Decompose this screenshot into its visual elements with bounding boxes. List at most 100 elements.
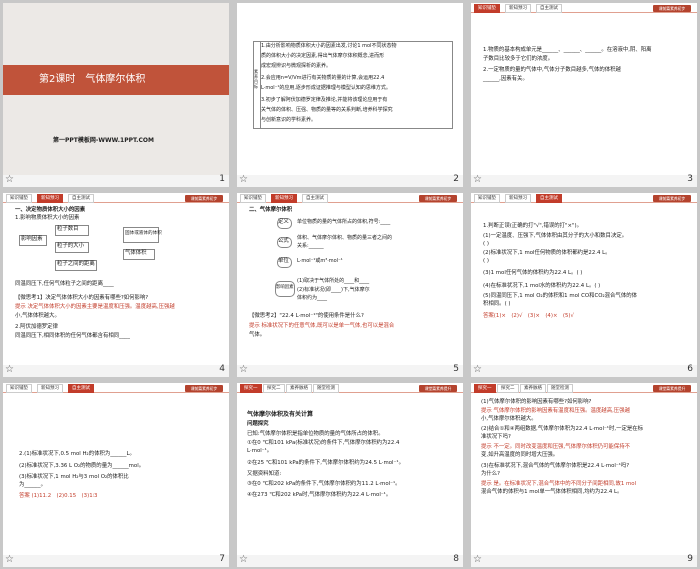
concept-label: 定义 — [278, 219, 289, 225]
text-line: (2)标准状况(即____)下,气体摩尔 — [297, 287, 370, 293]
slide-thumbnail-5[interactable]: 知识铺垫 新知预习 自主测试 课前篇素养初步 二、气体摩尔体积 定义 公式 单位… — [237, 193, 463, 377]
text-line: 积相同。( ) — [483, 301, 511, 307]
objective-line: 1.由分析影响物质体积大小的因素出发,讨论1 mol不同状态物 — [261, 43, 397, 49]
tab-quiz[interactable]: 随堂检测 — [313, 384, 339, 393]
tab-literacy[interactable]: 素养脉络 — [520, 384, 546, 393]
slide-canvas: 第2课时 气体摩尔体积 第一PPT模板网-WWW.1PPT.COM — [3, 3, 229, 175]
slide-footer: ☆ 5 — [237, 364, 463, 377]
diagram-label: 粒子的大小 — [57, 243, 84, 249]
section-badge: 课堂篇素养提升 — [653, 385, 691, 392]
text-line: 又据资料知道: — [247, 471, 282, 477]
slide-thumbnail-7[interactable]: 知识铺垫 新知预习 自主测试 课前篇素养初步 2.(1)标准状况下,0.5 mo… — [3, 383, 229, 567]
star-icon[interactable]: ☆ — [239, 364, 248, 375]
star-icon[interactable]: ☆ — [473, 554, 482, 565]
star-icon[interactable]: ☆ — [5, 364, 14, 375]
hint-line: 提示 标准状况下的任意气体,既可以是单一气体,也可以是混合 — [249, 323, 395, 329]
tab-bar: 探究一 探究二 素养脉络 随堂检测 课堂篇素养提升 — [471, 383, 697, 393]
tab-literacy[interactable]: 素养脉络 — [286, 384, 312, 393]
text-line: 单位物质的量的气体所占的体积,符号:____ — [297, 219, 391, 225]
slide-number: 4 — [219, 364, 225, 374]
slide-title: 第2课时 气体摩尔体积 — [39, 74, 146, 85]
tab-bar: 知识铺垫 新知预习 自主测试 课前篇素养初步 — [471, 3, 697, 13]
tab-knowledge[interactable]: 知识铺垫 — [240, 194, 266, 203]
tab-bar: 知识铺垫 新知预习 自主测试 课前篇素养初步 — [237, 193, 463, 203]
objective-line: 2.会应用n=V/Vm进行有关物质的量的计算,会运用22.4 — [261, 75, 385, 81]
diagram-label: 固体或液体的体积 — [125, 231, 162, 236]
star-icon[interactable]: ☆ — [5, 174, 14, 185]
slide-thumbnail-8[interactable]: 探究一 探究二 素养脉络 随堂检测 课堂篇素养提升 气体摩尔体积及有关计算 问题… — [237, 383, 463, 567]
slide-canvas: 知识铺垫 新知预习 自主测试 课前篇素养初步 一、决定物质体积大小的因素 1.影… — [3, 193, 229, 365]
concept-label: 单位 — [278, 258, 289, 264]
tab-knowledge[interactable]: 知识铺垫 — [6, 194, 32, 203]
slide-thumbnail-9[interactable]: 探究一 探究二 素养脉络 随堂检测 课堂篇素养提升 (1)气体摩尔体积的影响因素… — [471, 383, 697, 567]
tab-preview[interactable]: 新知预习 — [37, 194, 63, 203]
star-icon[interactable]: ☆ — [239, 174, 248, 185]
text-line: 体积、气体摩尔体积、物质的量三者之间的 — [297, 235, 393, 241]
diagram-label: 粒子数目 — [57, 226, 79, 232]
tab-quiz[interactable]: 随堂检测 — [547, 384, 573, 393]
tab-explore-2[interactable]: 探究二 — [263, 384, 285, 393]
tab-explore-2[interactable]: 探究二 — [497, 384, 519, 393]
slide-thumbnail-1[interactable]: 第2课时 气体摩尔体积 第一PPT模板网-WWW.1PPT.COM ☆ 1 — [3, 3, 229, 187]
text-line: 小,气体体积越大。 — [15, 313, 60, 319]
slide-thumbnail-6[interactable]: 知识铺垫 新知预习 自主测试 课前篇素养初步 1.判断正误(正确的打"√",错误… — [471, 193, 697, 377]
hint-line: 提示 气体摩尔体积的影响因素有温度和压强。温度越高,压强越 — [481, 408, 630, 414]
text-line: 1.物质的基本构成单元是______、______、______。在溶液中,阴、… — [483, 47, 652, 53]
section-badge: 课堂篇素养提升 — [419, 385, 457, 392]
slide-thumbnail-4[interactable]: 知识铺垫 新知预习 自主测试 课前篇素养初步 一、决定物质体积大小的因素 1.影… — [3, 193, 229, 377]
tab-selftest[interactable]: 自主测试 — [68, 194, 94, 203]
tab-selftest[interactable]: 自主测试 — [302, 194, 328, 203]
slide-number: 5 — [453, 364, 459, 374]
text-line: 2.阿伏加德罗定律 — [15, 324, 58, 330]
text-line: (4)在标准状况下,1 mol水的体积约为22.4 L。( ) — [483, 283, 601, 289]
star-icon[interactable]: ☆ — [5, 554, 14, 565]
slide-canvas: 探究一 探究二 素养脉络 随堂检测 课堂篇素养提升 (1)气体摩尔体积的影响因素… — [471, 383, 697, 555]
diagram-label: 粒子之间的距离 — [57, 261, 95, 267]
tab-selftest[interactable]: 自主测试 — [68, 384, 94, 393]
tab-explore-1[interactable]: 探究一 — [474, 384, 496, 393]
concept-label: 影响因素 — [276, 285, 294, 290]
section-badge: 课前篇素养初步 — [653, 195, 691, 202]
tab-knowledge[interactable]: 知识铺垫 — [474, 194, 500, 203]
text-line: 一、决定物质体积大小的因素 — [15, 207, 86, 213]
text-line: ( ) — [483, 258, 489, 264]
tab-preview[interactable]: 新知预习 — [271, 194, 297, 203]
tab-preview[interactable]: 新知预习 — [505, 4, 531, 13]
tab-preview[interactable]: 新知预习 — [37, 384, 63, 393]
objective-line: L·mol⁻¹的应用,逐步形成证据推理与模型认知的思维方式。 — [261, 85, 391, 91]
tab-selftest[interactable]: 自主测试 — [536, 194, 562, 203]
tab-knowledge[interactable]: 知识铺垫 — [6, 384, 32, 393]
tab-bar: 知识铺垫 新知预习 自主测试 课前篇素养初步 — [471, 193, 697, 203]
text-line: 为______。 — [19, 482, 46, 488]
objective-line: 成宏观辨识与微观探析的素养。 — [261, 63, 332, 69]
objectives-label: 素养目标 — [254, 69, 258, 89]
star-icon[interactable]: ☆ — [473, 174, 482, 185]
objective-line: 质的体积大小的决定因素,得出气体摩尔体积概念,进而形 — [261, 53, 385, 59]
text-line: (1)一定温度、压强下,气体体积由其分子的大小和数目决定。 — [483, 233, 628, 239]
text-line: 已知:气体摩尔体积是指单位物质的量的气体所占的体积。 — [247, 431, 384, 437]
slide-thumbnail-2[interactable]: 素养目标 1.由分析影响物质体积大小的因素出发,讨论1 mol不同状态物 质的体… — [237, 3, 463, 187]
section-title: 气体摩尔体积及有关计算 — [247, 411, 314, 418]
tab-knowledge[interactable]: 知识铺垫 — [474, 4, 500, 13]
text-line: 【微思考1】决定气体体积大小的因素有哪些?如何影响? — [15, 295, 149, 301]
tab-preview[interactable]: 新知预习 — [505, 194, 531, 203]
section-badge: 课前篇素养初步 — [185, 195, 223, 202]
tab-explore-1[interactable]: 探究一 — [240, 384, 262, 393]
tab-selftest[interactable]: 自主测试 — [536, 4, 562, 13]
objective-line: 3.初步了解阿伏加德罗定律及推论,并能将该理论应用于有 — [261, 97, 388, 103]
text-line: 关系:______ — [297, 243, 324, 249]
text-line: (2)标准状况下,3.36 L O₂的物质的量为______mol。 — [19, 463, 145, 469]
slide-thumbnail-3[interactable]: 知识铺垫 新知预习 自主测试 课前篇素养初步 1.物质的基本构成单元是_____… — [471, 3, 697, 187]
diagram-label: 影响因素 — [21, 236, 43, 242]
text-line: (3)标准状况下,1 mol H₂与3 mol O₂的体积比 — [19, 474, 129, 480]
objective-line: 关气体的体积、压强、物质的量等的关系判断,培养科学探究 — [261, 107, 393, 113]
slide-canvas: 素养目标 1.由分析影响物质体积大小的因素出发,讨论1 mol不同状态物 质的体… — [237, 3, 463, 175]
text-line: 2.一定物质的量的气体中,气体分子数目越多,气体的体积越 — [483, 67, 621, 73]
star-icon[interactable]: ☆ — [239, 554, 248, 565]
text-line: (3)1 mol任何气体的体积约为22.4 L。( ) — [483, 270, 583, 276]
tab-bar: 知识铺垫 新知预习 自主测试 课前篇素养初步 — [3, 193, 229, 203]
text-line: 同温同压下,相同体积的任何气体都含有相同____ — [15, 333, 130, 339]
slide-footer: ☆ 2 — [237, 174, 463, 187]
section-badge: 课前篇素养初步 — [653, 5, 691, 12]
star-icon[interactable]: ☆ — [473, 364, 482, 375]
